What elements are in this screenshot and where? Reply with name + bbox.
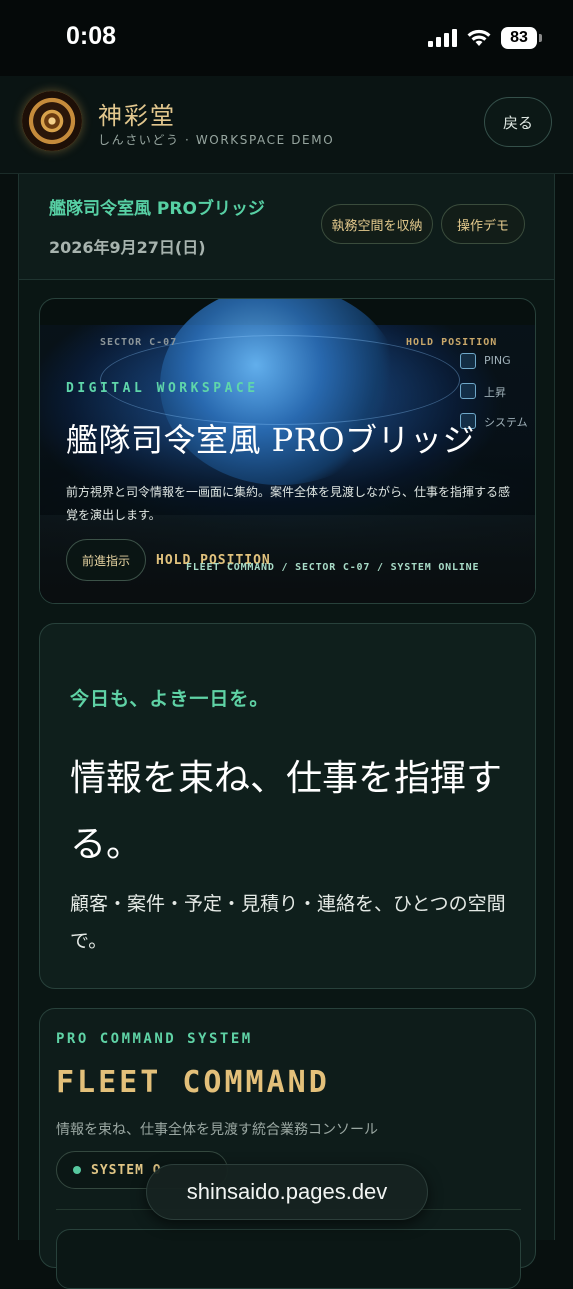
status-dot-icon <box>73 1166 81 1174</box>
hero-card: SECTOR C-07 HOLD POSITION PING 上昇 システム D… <box>39 298 536 604</box>
main-column: 艦隊司令室風 PROブリッジ 2026年9月27日(日) 執務空間を収納 操作デ… <box>18 174 555 1289</box>
app-header: 神彩堂 しんさいどう · WORKSPACE DEMO 戻る <box>0 76 573 174</box>
command-kicker: PRO COMMAND SYSTEM <box>56 1031 253 1047</box>
command-title: FLEET COMMAND <box>56 1065 330 1100</box>
greeting-title: 情報を束ね、仕事を指揮する。 <box>70 758 503 865</box>
status-bar: 0:08 83 <box>0 0 573 76</box>
hud-up-icon <box>460 383 476 399</box>
greeting-subtitle: 顧客・案件・予定・見積り・連絡を、ひとつの空間で。 <box>70 893 506 952</box>
hud-side-item: PING <box>484 354 511 367</box>
orbit-ring-graphic <box>100 335 460 425</box>
status-icons: 83 <box>428 26 542 50</box>
command-card: PRO COMMAND SYSTEM FLEET COMMAND 情報を束ね、仕… <box>39 1008 536 1289</box>
brand-name: 神彩堂 <box>98 102 176 130</box>
advance-order-button[interactable]: 前進指示 <box>66 539 146 581</box>
status-time: 0:08 <box>66 22 117 50</box>
greeting-kicker: 今日も、よき一日を。 <box>70 688 270 710</box>
battery-icon: 83 <box>501 27 542 49</box>
cellular-signal-icon <box>428 29 457 47</box>
workspace-subheader: 艦隊司令室風 PROブリッジ 2026年9月27日(日) 執務空間を収納 操作デ… <box>19 174 554 280</box>
brand-subtitle: しんさいどう · WORKSPACE DEMO <box>98 133 335 147</box>
hero-kicker: DIGITAL WORKSPACE <box>66 381 259 396</box>
wifi-icon <box>467 29 491 46</box>
hud-sector-label: SECTOR C-07 <box>100 337 178 348</box>
greeting-card: 今日も、よき一日を。 情報を束ね、仕事を指揮する。 顧客・案件・予定・見積り・連… <box>39 623 536 989</box>
hero-title: 艦隊司令室風 PROブリッジ <box>66 421 476 459</box>
workspace-title: 艦隊司令室風 PROブリッジ <box>49 199 265 219</box>
hud-hold-label: HOLD POSITION <box>406 337 498 348</box>
fleet-status-line: FLEET COMMAND / SECTOR C-07 / SYSTEM ONL… <box>186 562 480 573</box>
hud-side-item: システム <box>484 416 528 429</box>
workspace-date: 2026年9月27日(日) <box>49 238 206 257</box>
next-panel <box>56 1229 521 1289</box>
command-subtitle: 情報を束ね、仕事全体を見渡す統合業務コンソール <box>56 1122 378 1138</box>
demo-button[interactable]: 操作デモ <box>441 204 525 244</box>
collapse-workspace-button[interactable]: 執務空間を収納 <box>321 204 433 244</box>
logo-icon <box>22 91 82 151</box>
hero-description: 前方視界と司令情報を一画面に集約。案件全体を見渡しながら、仕事を指揮する感覚を演… <box>66 485 511 522</box>
back-button[interactable]: 戻る <box>484 97 552 147</box>
url-bar[interactable]: shinsaido.pages.dev <box>146 1164 428 1220</box>
hud-side-item: 上昇 <box>484 386 506 399</box>
hud-ping-icon <box>460 353 476 369</box>
